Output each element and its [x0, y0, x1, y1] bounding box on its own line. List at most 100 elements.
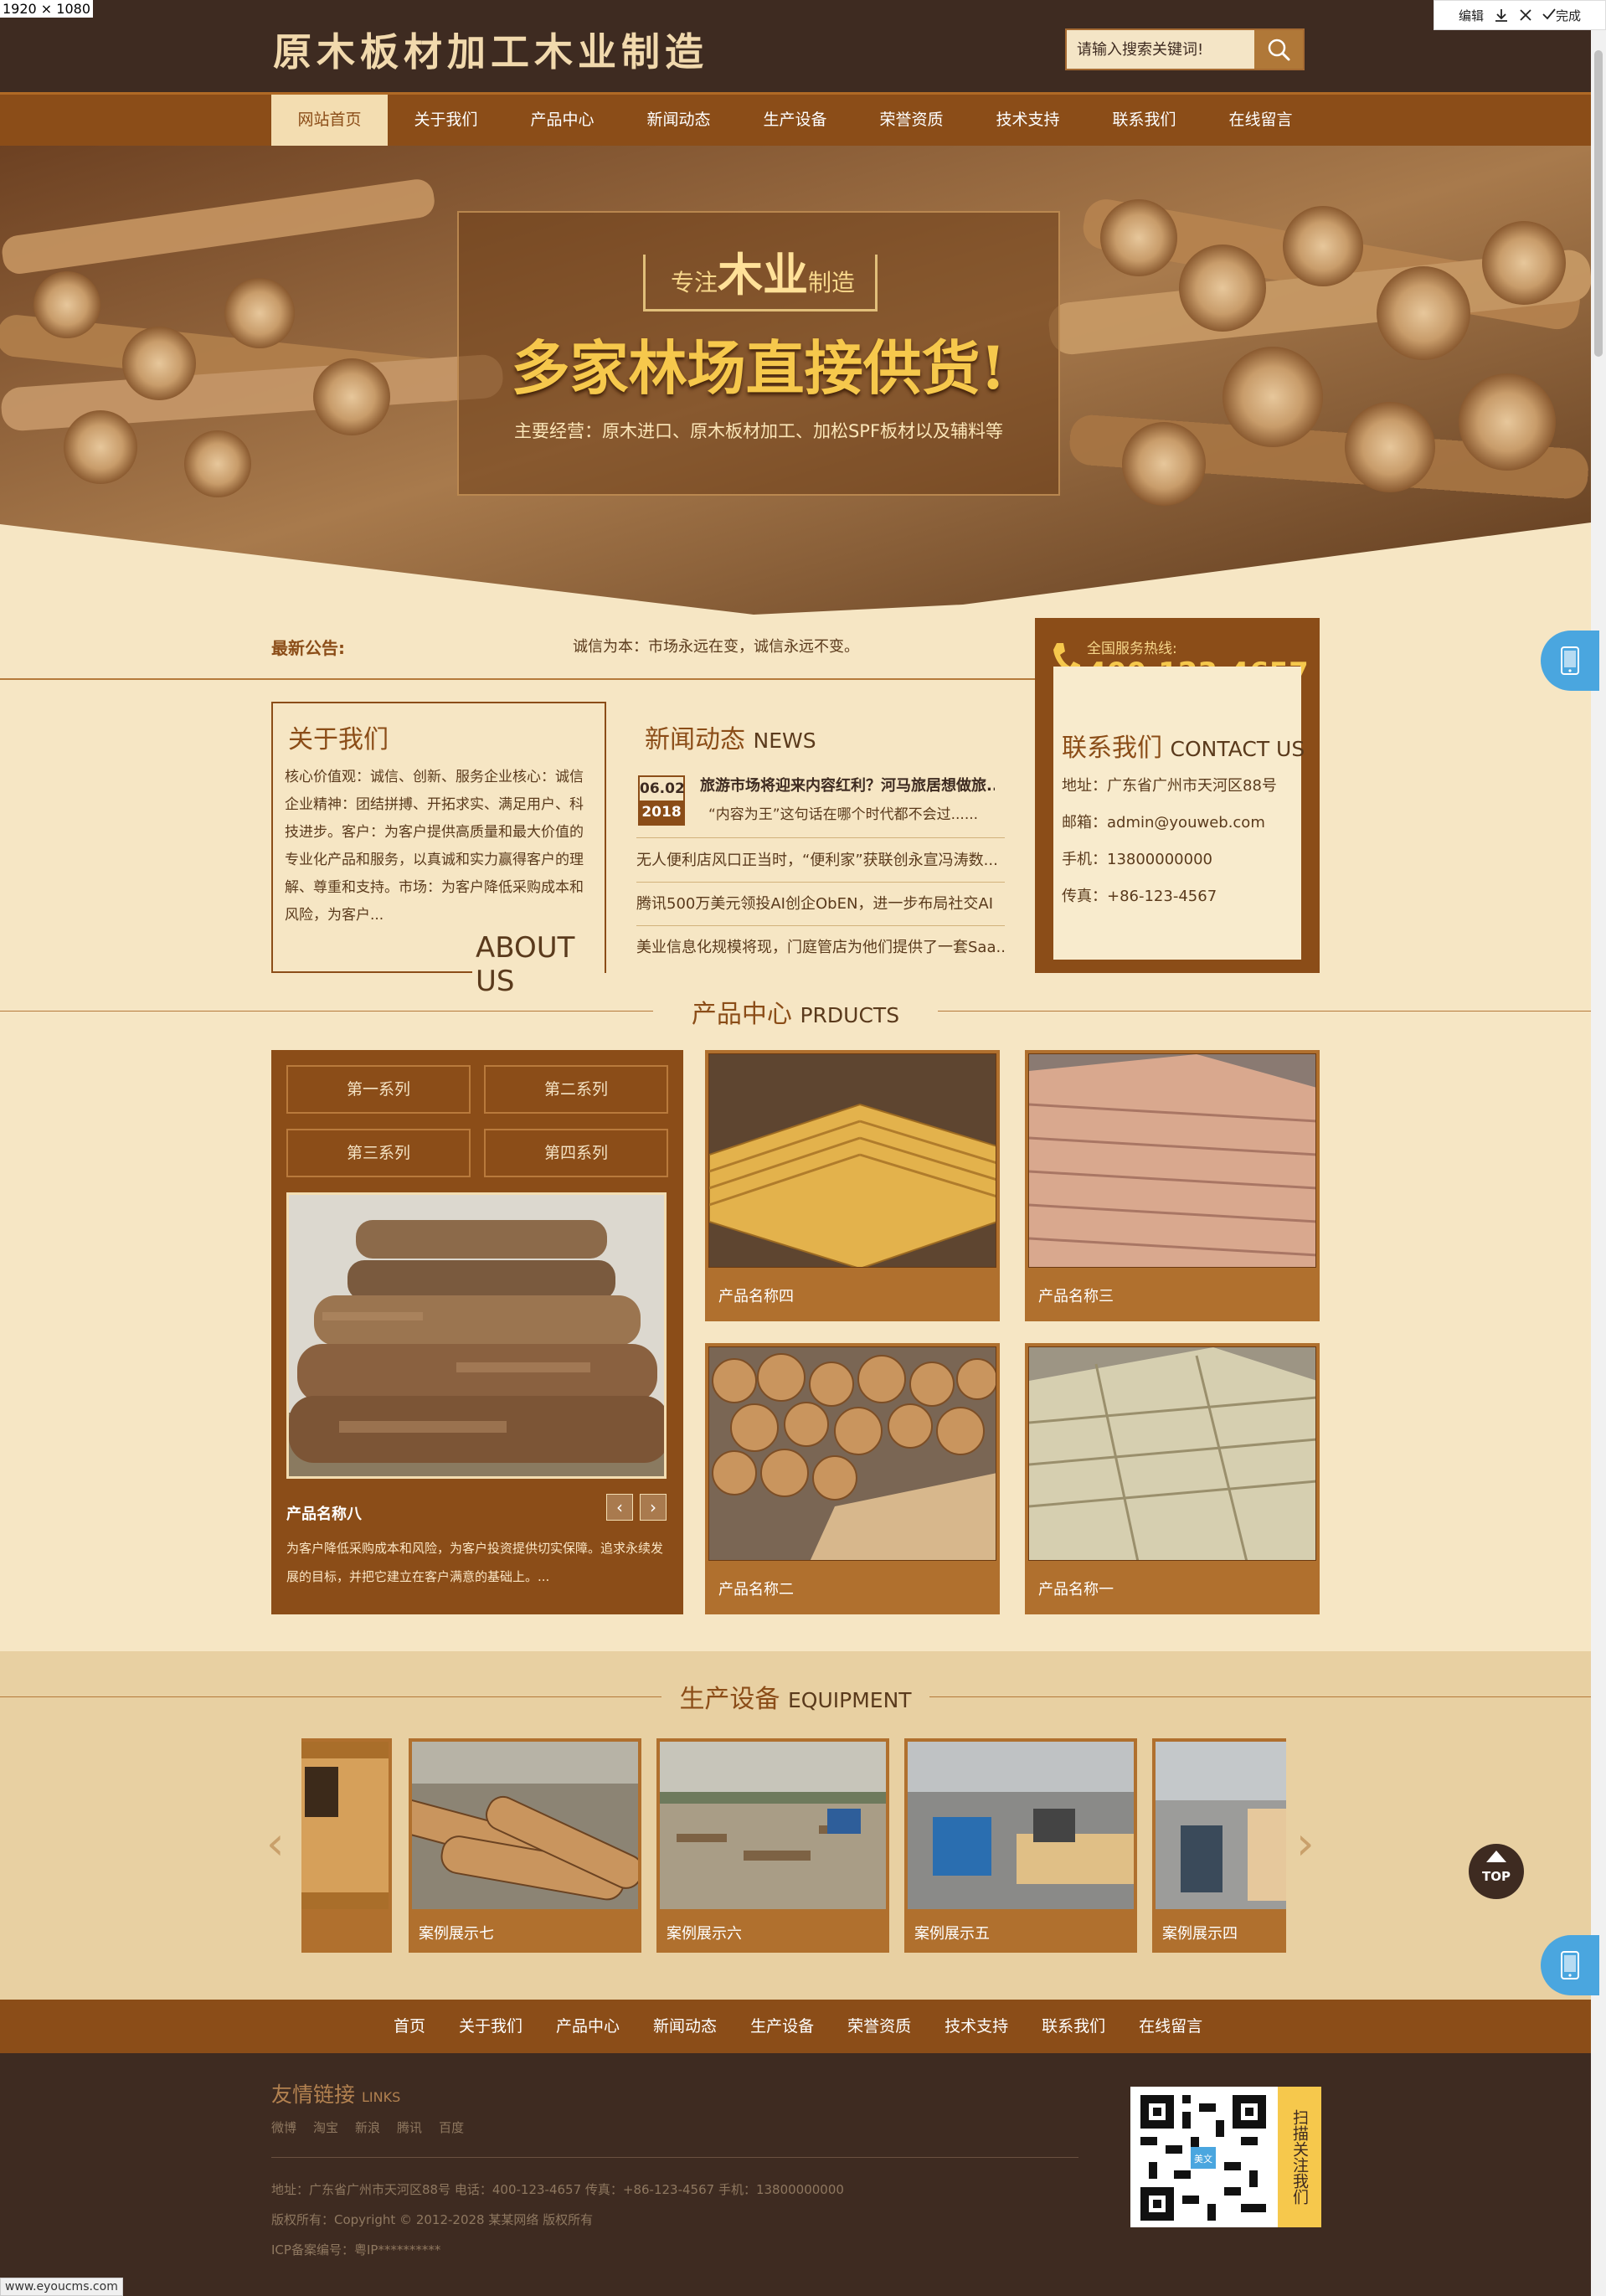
- footer-nav-item[interactable]: 首页: [377, 2000, 442, 2053]
- series-button[interactable]: 第四系列: [484, 1129, 668, 1177]
- banner-text-panel: 专注木业制造 多家林场直接供货! 主要经营：原木进口、原木板材加工、加松SPF板…: [457, 211, 1060, 496]
- footer-nav-item[interactable]: 产品中心: [539, 2000, 636, 2053]
- product-image: [708, 1053, 996, 1268]
- footer-nav-item[interactable]: 生产设备: [734, 2000, 831, 2053]
- divider: [0, 678, 1035, 680]
- notice-label: 最新公告:: [271, 638, 345, 658]
- banner-slogan: 多家林场直接供货!: [511, 333, 1006, 403]
- product-image: [1028, 1346, 1316, 1561]
- footer-icp[interactable]: ICP备案编号：粤IP**********: [271, 2241, 440, 2258]
- equipment-card[interactable]: 案例展示六: [656, 1738, 889, 1953]
- footer-nav-item[interactable]: 在线留言: [1122, 2000, 1219, 2053]
- friend-link[interactable]: 微博: [271, 2118, 296, 2136]
- product-image: [708, 1346, 996, 1561]
- banner-subtitle: 主要经营：原木进口、原木板材加工、加松SPF板材以及辅料等: [513, 421, 1004, 441]
- equipment-image: [660, 1742, 886, 1909]
- equipment-card[interactable]: 案例展示四: [1152, 1738, 1286, 1953]
- nav-item[interactable]: 关于我们: [388, 95, 504, 146]
- news-featured-title[interactable]: 旅游市场将迎来内容红利？河马旅居想做旅...: [700, 774, 995, 795]
- about-section: 关于我们 核心价值观：诚信、创新、服务企业核心：诚信 企业精神：团结拼搏、开拓求…: [271, 702, 606, 998]
- main-nav: 网站首页 关于我们 产品中心 新闻动态 生产设备 荣誉资质 技术支持 联系我们 在线留言: [0, 92, 1591, 146]
- footer-nav-item[interactable]: 联系我们: [1025, 2000, 1122, 2053]
- edit-button[interactable]: 编辑: [1459, 7, 1484, 24]
- news-date-badge: 06.02 2018: [638, 775, 685, 826]
- products-title[interactable]: 产品中心 PRDUCTS: [653, 993, 938, 1030]
- notice-text[interactable]: 诚信为本：市场永远在变，诚信永远不变。: [573, 635, 859, 656]
- contact-fax: 传真：+86-123-4567: [1062, 888, 1217, 905]
- featured-product-name[interactable]: 产品名称八: [286, 1502, 362, 1524]
- news-list-item[interactable]: 无人便利店风口正当时，“便利家”获联创永宣冯涛数...: [636, 839, 1005, 883]
- equipment-next-arrow[interactable]: ›: [1296, 1817, 1315, 1870]
- equipment-card[interactable]: 案例展示七: [409, 1738, 641, 1953]
- product-card[interactable]: 产品名称四: [705, 1050, 1000, 1321]
- series-button[interactable]: 第二系列: [484, 1065, 668, 1114]
- contact-email: 邮箱：admin@youweb.com: [1062, 814, 1265, 831]
- friend-link[interactable]: 腾讯: [397, 2118, 422, 2136]
- equipment-name: 案例展示七: [419, 1925, 494, 1943]
- equipment-prev-arrow[interactable]: ‹: [266, 1817, 285, 1870]
- equipment-card[interactable]: 案例展示五: [904, 1738, 1137, 1953]
- equipment-card[interactable]: [301, 1738, 392, 1953]
- series-button[interactable]: 第三系列: [286, 1129, 471, 1177]
- nav-item[interactable]: 网站首页: [271, 95, 388, 146]
- download-icon[interactable]: [1494, 8, 1509, 23]
- news-list-item[interactable]: 美业信息化规模将现，门庭管店为他们提供了一套Saa...: [636, 926, 1005, 970]
- contact-mobile: 手机：13800000000: [1062, 851, 1212, 868]
- contact-title[interactable]: 联系我们 CONTACT US: [1062, 727, 1305, 764]
- qr-code-panel: 美文 扫描关注我们: [1130, 2087, 1321, 2227]
- hero-banner: 专注木业制造 多家林场直接供货! 主要经营：原木进口、原木板材加工、加松SPF板…: [0, 146, 1591, 615]
- product-card[interactable]: 产品名称三: [1025, 1050, 1320, 1321]
- banner-tag: 专注木业制造: [670, 249, 856, 301]
- news-title[interactable]: 新闻动态 NEWS: [645, 718, 816, 755]
- news-featured-desc: “内容为王”这句话在哪个时代都不会过......: [708, 806, 979, 823]
- product-name: 产品名称三: [1038, 1288, 1114, 1305]
- mobile-icon: [1561, 646, 1579, 675]
- qr-code-image: 美文: [1140, 2095, 1266, 2221]
- series-button[interactable]: 第一系列: [286, 1065, 471, 1114]
- screenshot-toolbar: 编辑 完成: [1434, 0, 1606, 30]
- contact-section: 全国服务热线: 400-123-4657 联系我们 CONTACT US 地址：…: [1035, 618, 1320, 973]
- float-phone-button[interactable]: [1541, 1935, 1599, 1995]
- nav-item[interactable]: 技术支持: [970, 95, 1086, 146]
- nav-item[interactable]: 产品中心: [504, 95, 620, 146]
- product-card[interactable]: 产品名称一: [1025, 1343, 1320, 1614]
- nav-item[interactable]: 联系我们: [1086, 95, 1202, 146]
- news-list-item[interactable]: 腾讯500万美元领投AI创企ObEN，进一步布局社交AI: [636, 883, 1005, 926]
- friend-link[interactable]: 新浪: [355, 2118, 380, 2136]
- divider: [271, 2157, 1078, 2158]
- footer-nav-item[interactable]: 关于我们: [442, 2000, 539, 2053]
- friend-link[interactable]: 百度: [439, 2118, 464, 2136]
- friend-link[interactable]: 淘宝: [313, 2118, 338, 2136]
- footer-copyright: 版权所有：Copyright © 2012-2028 某某网络 版权所有: [271, 2212, 594, 2227]
- carousel-prev-button[interactable]: ‹: [606, 1494, 633, 1521]
- equipment-image: [1156, 1742, 1286, 1909]
- nav-item[interactable]: 新闻动态: [620, 95, 737, 146]
- float-phone-button[interactable]: [1541, 631, 1599, 691]
- site-logo[interactable]: 原木板材加工木业制造: [273, 22, 708, 77]
- footer-nav: 首页 关于我们 产品中心 新闻动态 生产设备 荣誉资质 技术支持 联系我们 在线留言: [0, 2000, 1591, 2053]
- product-card[interactable]: 产品名称二: [705, 1343, 1000, 1614]
- done-button[interactable]: 完成: [1542, 7, 1581, 24]
- search-button[interactable]: [1254, 30, 1303, 69]
- scrollbar-thumb[interactable]: [1594, 50, 1603, 357]
- equipment-image: [301, 1742, 389, 1909]
- friend-links-title: 友情链接 LINKS: [271, 2082, 401, 2107]
- search-box: [1065, 28, 1305, 70]
- mobile-icon: [1561, 1951, 1579, 1979]
- back-to-top-button[interactable]: TOP: [1469, 1844, 1524, 1899]
- nav-item[interactable]: 荣誉资质: [853, 95, 970, 146]
- product-name: 产品名称四: [718, 1288, 794, 1305]
- nav-item[interactable]: 在线留言: [1202, 95, 1319, 146]
- footer-nav-item[interactable]: 技术支持: [928, 2000, 1025, 2053]
- search-input[interactable]: [1067, 30, 1255, 69]
- close-icon[interactable]: [1519, 8, 1532, 22]
- about-title[interactable]: 关于我们: [288, 718, 389, 755]
- banner-tag-frame: 专注木业制造: [643, 249, 878, 311]
- nav-item[interactable]: 生产设备: [737, 95, 853, 146]
- footer-nav-item[interactable]: 荣誉资质: [831, 2000, 928, 2053]
- featured-product-image[interactable]: [286, 1192, 667, 1479]
- footer-nav-item[interactable]: 新闻动态: [636, 2000, 734, 2053]
- equipment-title[interactable]: 生产设备 EQUIPMENT: [661, 1678, 929, 1715]
- equipment-name: 案例展示六: [667, 1925, 742, 1943]
- carousel-next-button[interactable]: ›: [640, 1494, 667, 1521]
